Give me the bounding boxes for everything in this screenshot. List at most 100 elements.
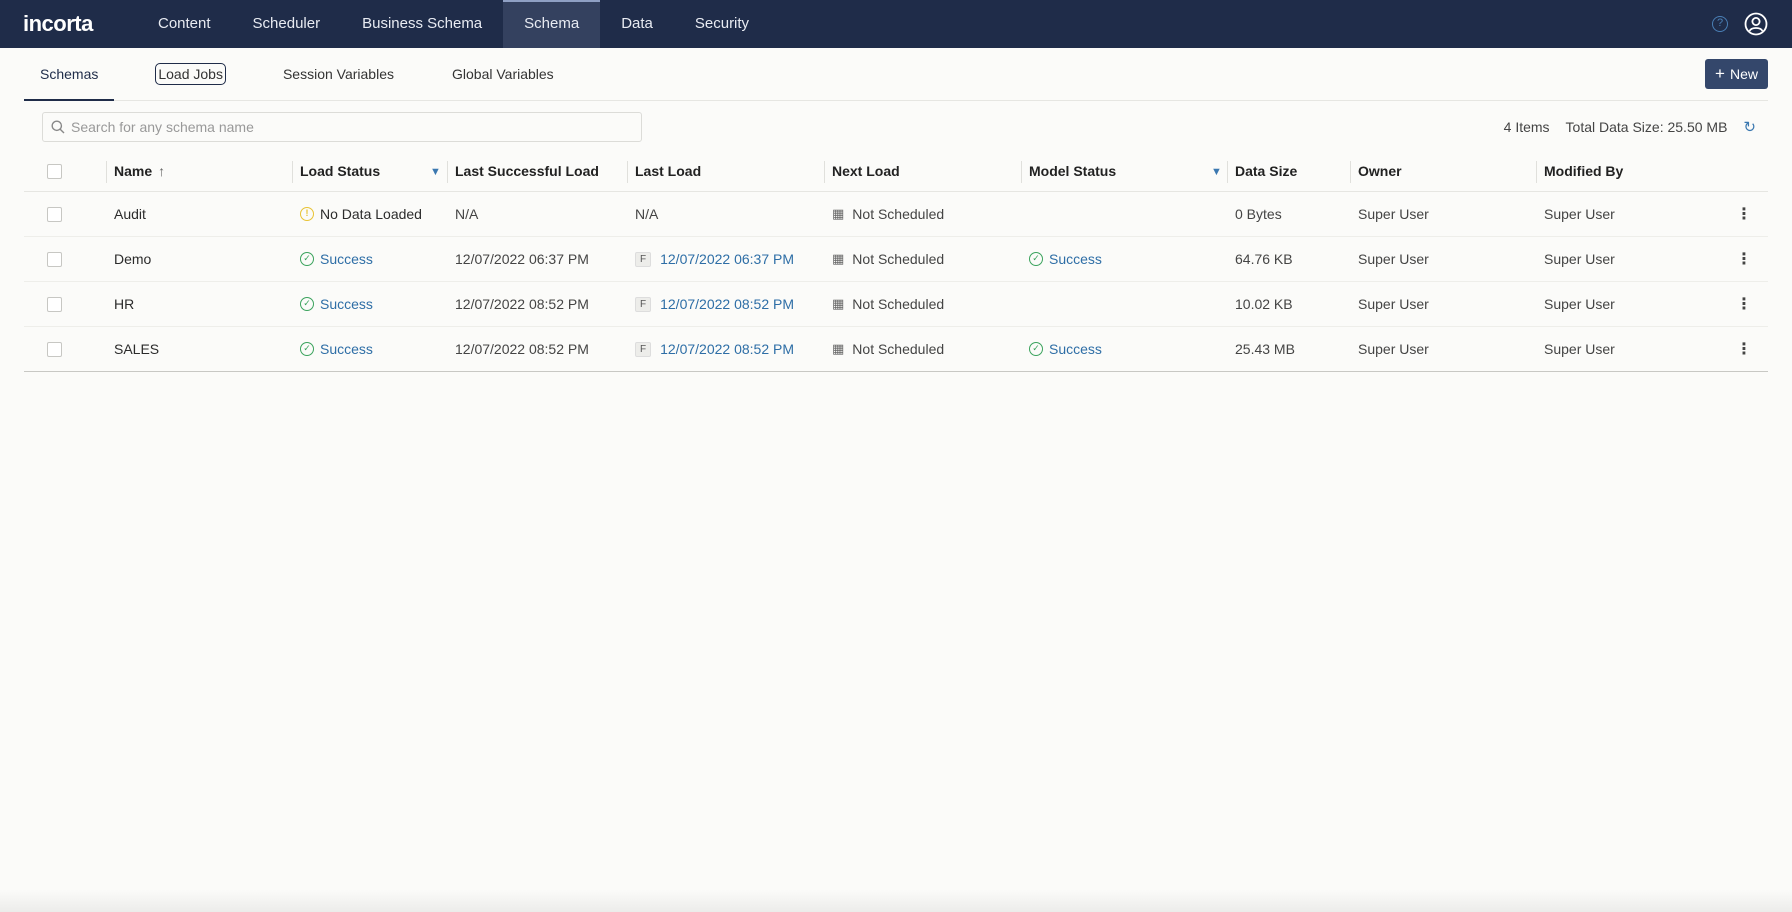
- success-check-icon: ✓: [1029, 252, 1043, 266]
- schema-name[interactable]: Demo: [114, 237, 151, 281]
- nav-item-content[interactable]: Content: [137, 0, 232, 48]
- search-icon: [51, 120, 65, 134]
- last-load: N/A: [635, 206, 659, 222]
- model-status-text[interactable]: Success: [1049, 251, 1102, 267]
- model-status-cell[interactable]: ✓ Success: [1029, 237, 1102, 281]
- owner: Super User: [1358, 251, 1429, 267]
- row-more-options-icon[interactable]: ⋮: [1736, 237, 1752, 281]
- load-status-text[interactable]: Success: [320, 341, 373, 357]
- select-all-checkbox[interactable]: [47, 163, 62, 179]
- nav-item-business-schema[interactable]: Business Schema: [341, 0, 503, 48]
- column-header-name-label: Name: [114, 163, 153, 179]
- schema-name[interactable]: HR: [114, 282, 134, 326]
- tab-global-variables[interactable]: Global Variables: [436, 48, 570, 101]
- last-load-link[interactable]: 12/07/2022 06:37 PM: [660, 251, 794, 267]
- data-size: 25.43 MB: [1235, 341, 1295, 357]
- select-all-cell: [47, 151, 62, 191]
- next-load-text: Not Scheduled: [852, 251, 945, 267]
- model-status-filter-icon[interactable]: ▼: [1211, 166, 1222, 178]
- last-load-link[interactable]: 12/07/2022 08:52 PM: [660, 296, 794, 312]
- table-row[interactable]: Demo ✓ Success 12/07/2022 06:37 PM F 12/07…: [24, 237, 1768, 282]
- calendar-off-icon: ▦: [832, 341, 845, 356]
- column-header-last-load[interactable]: Last Load: [635, 151, 701, 191]
- column-divider: [292, 161, 293, 183]
- column-divider: [447, 161, 448, 183]
- tab-load-jobs[interactable]: Load Jobs: [140, 48, 241, 101]
- column-header-load-status[interactable]: Load Status: [300, 151, 380, 191]
- next-load-text: Not Scheduled: [852, 341, 945, 357]
- search-input[interactable]: [71, 119, 611, 135]
- last-successful-load: 12/07/2022 06:37 PM: [455, 251, 589, 267]
- incorta-logo[interactable]: incorta: [23, 11, 137, 37]
- schema-subtabs: Schemas Load Jobs Session Variables Glob…: [24, 48, 1768, 101]
- success-check-icon: ✓: [300, 297, 314, 311]
- load-status-text: No Data Loaded: [320, 206, 422, 222]
- schema-name[interactable]: SALES: [114, 327, 159, 371]
- table-row[interactable]: Audit ! No Data Loaded N/A N/A ▦ Not Sched…: [24, 192, 1768, 237]
- column-header-owner[interactable]: Owner: [1358, 151, 1402, 191]
- owner: Super User: [1358, 206, 1429, 222]
- table-row[interactable]: SALES ✓ Success 12/07/2022 08:52 PM F 12/0…: [24, 327, 1768, 372]
- row-more-options-icon[interactable]: ⋮: [1736, 327, 1752, 371]
- schema-name[interactable]: Audit: [114, 192, 146, 236]
- items-count: 4 Items: [1503, 119, 1550, 135]
- next-load-cell: ▦ Not Scheduled: [832, 327, 944, 371]
- row-checkbox[interactable]: [47, 206, 62, 222]
- user-avatar-icon[interactable]: [1744, 12, 1768, 36]
- row-checkbox[interactable]: [47, 251, 62, 267]
- column-header-last-successful-load[interactable]: Last Successful Load: [455, 151, 599, 191]
- help-icon[interactable]: ?: [1712, 16, 1728, 32]
- data-size: 64.76 KB: [1235, 251, 1293, 267]
- last-load-link[interactable]: 12/07/2022 08:52 PM: [660, 341, 794, 357]
- load-status-cell[interactable]: ✓ Success: [300, 237, 373, 281]
- new-button-label: New: [1729, 66, 1758, 82]
- data-size: 10.02 KB: [1235, 296, 1293, 312]
- column-header-data-size[interactable]: Data Size: [1235, 151, 1297, 191]
- top-right-actions: ?: [1712, 12, 1768, 36]
- load-status-text[interactable]: Success: [320, 296, 373, 312]
- main-nav: Content Scheduler Business Schema Schema…: [137, 0, 770, 48]
- load-status-text[interactable]: Success: [320, 251, 373, 267]
- row-select-cell: [47, 327, 62, 371]
- nav-item-data[interactable]: Data: [600, 0, 674, 48]
- row-checkbox[interactable]: [47, 296, 62, 312]
- tab-schemas[interactable]: Schemas: [24, 48, 115, 101]
- nav-item-schema[interactable]: Schema: [503, 0, 601, 48]
- success-check-icon: ✓: [300, 252, 314, 266]
- row-more-options-icon[interactable]: ⋮: [1736, 192, 1752, 236]
- modified-by: Super User: [1544, 206, 1615, 222]
- table-row[interactable]: HR ✓ Success 12/07/2022 08:52 PM F 12/07/2…: [24, 282, 1768, 327]
- modified-by: Super User: [1544, 296, 1615, 312]
- model-status-text[interactable]: Success: [1049, 341, 1102, 357]
- schema-search-box: [42, 112, 642, 142]
- nav-item-scheduler[interactable]: Scheduler: [232, 0, 342, 48]
- plus-icon: +: [1715, 64, 1725, 83]
- row-select-cell: [47, 282, 62, 326]
- column-divider: [1227, 161, 1228, 183]
- load-status-cell[interactable]: ✓ Success: [300, 282, 373, 326]
- load-status-filter-icon[interactable]: ▼: [430, 166, 441, 178]
- nav-item-security[interactable]: Security: [674, 0, 770, 48]
- row-more-options-icon[interactable]: ⋮: [1736, 282, 1752, 326]
- success-check-icon: ✓: [1029, 342, 1043, 356]
- column-divider: [1536, 161, 1537, 183]
- model-status-cell[interactable]: ✓ Success: [1029, 327, 1102, 371]
- next-load-cell: ▦ Not Scheduled: [832, 237, 944, 281]
- refresh-icon[interactable]: ↻: [1743, 118, 1756, 136]
- column-header-modified-by[interactable]: Modified By: [1544, 151, 1623, 191]
- column-divider: [1350, 161, 1351, 183]
- tab-session-variables[interactable]: Session Variables: [267, 48, 410, 101]
- modified-by: Super User: [1544, 251, 1615, 267]
- last-load-cell: F 12/07/2022 08:52 PM: [635, 327, 794, 371]
- table-header-row: Name ↑ Load Status ▼ Last Successful Load…: [24, 151, 1768, 192]
- last-load-cell: F 12/07/2022 08:52 PM: [635, 282, 794, 326]
- column-header-name[interactable]: Name ↑: [114, 151, 165, 191]
- column-header-next-load[interactable]: Next Load: [832, 151, 900, 191]
- new-button[interactable]: + New: [1705, 59, 1768, 89]
- load-status-cell[interactable]: ✓ Success: [300, 327, 373, 371]
- column-divider: [106, 161, 107, 183]
- owner: Super User: [1358, 341, 1429, 357]
- row-checkbox[interactable]: [47, 341, 62, 357]
- column-header-model-status[interactable]: Model Status: [1029, 151, 1116, 191]
- sort-ascending-icon[interactable]: ↑: [158, 163, 165, 179]
